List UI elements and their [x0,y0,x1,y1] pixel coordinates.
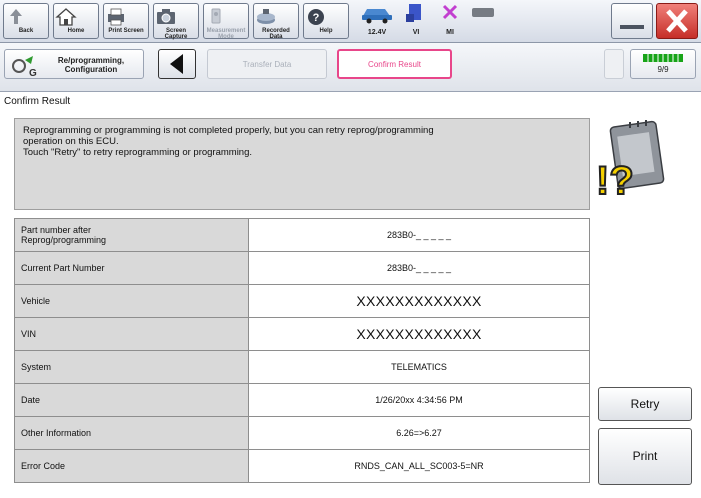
camera-icon [157,9,175,24]
result-message-panel: Reprogramming or programming is not comp… [14,118,590,210]
recorded-data-button[interactable]: Recorded Data [253,3,299,40]
message-line-2: operation on this ECU. [23,136,119,147]
row-label: VIN [14,317,249,351]
mi-disconnected-icon [442,4,458,20]
mi-indicator: MI [436,2,464,38]
measurement-icon [211,8,221,24]
message-line-1: Reprogramming or programming is not comp… [23,125,434,136]
help-button[interactable]: ? Help [303,3,349,39]
row-value: 6.26=>6.27 [248,416,590,450]
table-row: Current Part Number 283B0-_ _ _ _ _ [14,251,590,285]
home-button[interactable]: Home [53,3,99,39]
card-icon [472,8,494,17]
row-label: Current Part Number [14,251,249,285]
reprogramming-crumb-label: Re/programming, Configuration [57,56,125,74]
confirm-result-crumb: Confirm Result [337,49,452,79]
row-value: 283B0-_ _ _ _ _ [248,218,590,252]
row-label: Vehicle [14,284,249,318]
page-title: Confirm Result [4,96,71,107]
transfer-data-crumb: Transfer Data [207,49,327,79]
print-button[interactable]: Print [598,428,692,485]
home-label: Home [67,28,85,34]
row-value: XXXXXXXXXXXXX [248,317,590,351]
recorded-data-label: Recorded Data [262,28,290,40]
help-label: Help [319,28,333,34]
row-label: Error Code [14,449,249,483]
table-row: Vehicle XXXXXXXXXXXXX [14,284,590,318]
step-counter: 9/9 [657,65,669,74]
ecu-warning-icon: !? [595,120,665,204]
print-screen-label: Print Screen [108,28,144,34]
back-button[interactable]: Back [3,3,49,39]
table-row: Other Information 6.26=>6.27 [14,416,590,450]
message-line-3: Touch "Retry" to retry reprogramming or … [23,147,253,158]
navigation-bar: G Re/programming, Configuration Transfer… [0,43,701,92]
car-icon [362,9,392,24]
table-row: Part number after Reprog/programming 283B… [14,218,590,252]
next-step-button [604,49,624,79]
printer-icon [108,8,124,26]
row-value: RNDS_CAN_ALL_SC003-5=NR [248,449,590,483]
vi-indicator: VI [402,2,430,38]
card-indicator [468,2,498,38]
minimize-button[interactable] [611,3,653,39]
print-screen-button[interactable]: Print Screen [103,3,149,39]
row-value: XXXXXXXXXXXXX [248,284,590,318]
close-button[interactable] [656,3,698,39]
home-icon [55,8,77,26]
retry-button[interactable]: Retry [598,387,692,421]
row-label: Date [14,383,249,417]
vi-label: VI [412,29,420,36]
recorded-data-icon [257,9,275,24]
table-row: System TELEMATICS [14,350,590,384]
mi-label: MI [446,29,454,36]
row-value: 1/26/20xx 4:34:56 PM [248,383,590,417]
svg-text:!?: !? [596,159,634,203]
help-icon: ? [308,9,324,25]
back-label: Back [18,28,34,34]
table-row: Error Code RNDS_CAN_ALL_SC003-5=NR [14,449,590,483]
result-details-table: Part number after Reprog/programming 283B… [14,218,590,483]
back-icon [10,9,22,24]
measurement-mode-button[interactable]: Measurement Mode [203,3,249,40]
row-label: System [14,350,249,384]
table-row: Date 1/26/20xx 4:34:56 PM [14,383,590,417]
back-step-button[interactable] [158,49,196,79]
battery-voltage-indicator: 12.4V [358,2,396,38]
minimize-icon [620,25,644,29]
transfer-data-label: Transfer Data [242,60,292,69]
screen-capture-label: Screen Capture [164,28,188,40]
row-value: 283B0-_ _ _ _ _ [248,251,590,285]
screen-capture-button[interactable]: Screen Capture [153,3,199,40]
row-label: Part number after Reprog/programming [14,218,249,252]
close-icon [666,9,688,33]
reprogramming-icon: G [12,56,37,78]
vi-connection-icon [406,4,421,22]
svg-text:?: ? [313,12,320,24]
arrow-left-icon [170,54,183,74]
svg-text:G: G [29,68,37,78]
row-label: Other Information [14,416,249,450]
measurement-mode-label: Measurement Mode [206,28,246,40]
step-progress: 9/9 [630,49,696,79]
reprogramming-configuration-crumb[interactable]: G Re/programming, Configuration [4,49,144,79]
progress-bar-icon [643,54,683,62]
battery-voltage-text: 12.4V [367,29,387,36]
confirm-result-label: Confirm Result [368,60,421,69]
table-row: VIN XXXXXXXXXXXXX [14,317,590,351]
top-toolbar: Back Home Print Screen Screen Capture Me… [0,0,701,43]
row-value: TELEMATICS [248,350,590,384]
